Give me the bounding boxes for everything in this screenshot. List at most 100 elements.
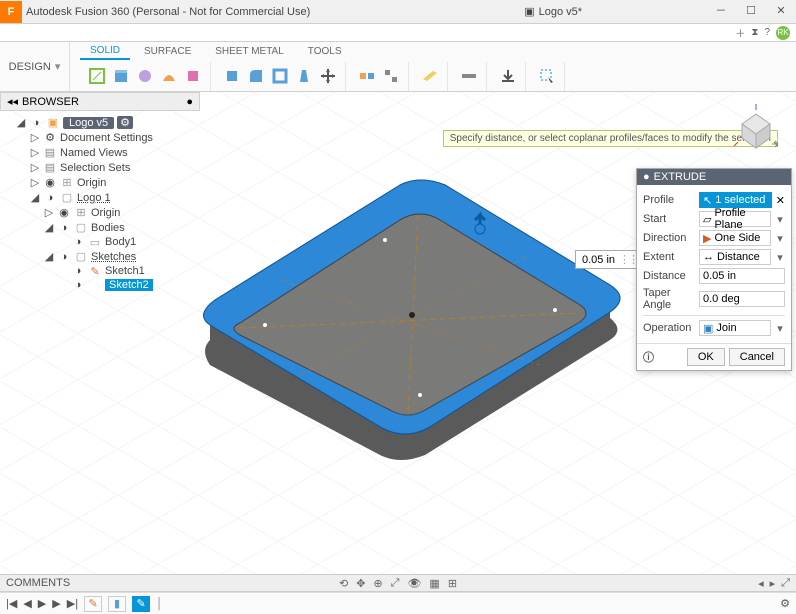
display-icon[interactable]: ▦	[429, 577, 439, 590]
tree-item[interactable]: ▷◉⊞Origin	[0, 205, 200, 220]
tab-solid[interactable]: SOLID	[80, 43, 130, 60]
maximize-button[interactable]: ☐	[736, 0, 766, 20]
browser-header[interactable]: ◂◂ BROWSER ●	[0, 92, 200, 111]
tree-item-selected[interactable]: ◑✎Sketch2	[0, 278, 200, 292]
ribbon-tools	[70, 62, 796, 91]
row-taper: Taper Angle 0.0 deg	[643, 287, 785, 311]
ok-button[interactable]: OK	[687, 348, 725, 366]
tree-item[interactable]: ◑✎Sketch1	[0, 264, 200, 278]
extent-dropdown[interactable]: ↔Distance	[699, 249, 771, 265]
joint-icon[interactable]	[356, 65, 378, 87]
insert-icon[interactable]	[497, 65, 519, 87]
press-pull-icon[interactable]	[221, 65, 243, 87]
tree-item[interactable]: ◢◑▢Sketches	[0, 249, 200, 264]
tab-sheet-metal[interactable]: SHEET METAL	[205, 44, 294, 59]
chevron-down-icon[interactable]: ▾	[775, 251, 785, 264]
workspace-label: DESIGN	[9, 61, 51, 73]
tab-tools[interactable]: TOOLS	[298, 44, 352, 59]
help-icon[interactable]: ?	[764, 27, 770, 38]
zoom-icon[interactable]: ⊕	[373, 577, 382, 590]
group-insert	[491, 62, 526, 91]
timeline-play-icon[interactable]: ▶	[38, 597, 46, 610]
expand-icon[interactable]: ⤢	[781, 577, 790, 590]
next-icon[interactable]: ▸	[770, 577, 776, 590]
chevron-down-icon[interactable]: ▾	[775, 213, 785, 226]
tree-item[interactable]: ▷▤Named Views	[0, 145, 200, 160]
sketch-icon[interactable]	[86, 65, 108, 87]
cancel-button[interactable]: Cancel	[729, 348, 785, 366]
measure-icon[interactable]	[458, 65, 480, 87]
extrude-panel: ●EXTRUDE Profile ↖1 selected ✕ Start ▱Pr…	[636, 168, 792, 371]
grid-icon[interactable]: ⊞	[448, 577, 457, 590]
operation-dropdown[interactable]: ▣Join	[699, 320, 771, 336]
plane-icon[interactable]	[419, 65, 441, 87]
row-operation: Operation ▣Join▾	[643, 320, 785, 336]
look-icon[interactable]: 👁	[407, 577, 421, 590]
fit-icon[interactable]: ⤢	[391, 577, 400, 590]
revolve-icon[interactable]	[134, 65, 156, 87]
timeline-start-icon[interactable]: |◀	[6, 597, 17, 610]
orbit-icon[interactable]: ⟲	[339, 577, 348, 590]
pan-icon[interactable]: ✥	[356, 577, 365, 590]
clear-selection-icon[interactable]: ✕	[776, 194, 785, 207]
distance-input[interactable]: 0.05 in	[699, 268, 785, 284]
comments-label[interactable]: COMMENTS	[6, 577, 70, 589]
tree-item[interactable]: ▷◉⊞Origin	[0, 175, 200, 190]
direction-dropdown[interactable]: ▶One Side	[699, 230, 771, 246]
minimize-button[interactable]: －	[706, 0, 736, 20]
profile-selection[interactable]: ↖1 selected	[699, 192, 772, 208]
ribbon-tabs: SOLID SURFACE SHEET METAL TOOLS	[70, 42, 796, 62]
timeline-event[interactable]: ✎	[84, 596, 102, 612]
timeline-event-active[interactable]: ✎	[132, 596, 150, 612]
tree-item[interactable]: ◢◑▢Bodies	[0, 220, 200, 235]
fillet-icon[interactable]	[245, 65, 267, 87]
workspace-switcher[interactable]: DESIGN ▾	[0, 42, 70, 91]
browser-title: BROWSER	[22, 96, 79, 108]
join-icon: ▣	[703, 322, 713, 335]
tab-surface[interactable]: SURFACE	[134, 44, 201, 59]
dimension-input[interactable]: 0.05 in ⋮⋮	[575, 250, 644, 269]
tree-item[interactable]: ◢◑▢Logo 1	[0, 190, 200, 205]
spinner-icon[interactable]: ⋮⋮	[619, 253, 637, 266]
tree-item[interactable]: ▷▤Selection Sets	[0, 160, 200, 175]
timeline-prev-icon[interactable]: ◀	[23, 597, 31, 610]
prev-icon[interactable]: ◂	[758, 577, 764, 590]
notifications-icon[interactable]: ⧗	[751, 27, 758, 38]
tree-item[interactable]: ◑▭Body1	[0, 235, 200, 249]
browser-tree: ◢◑▣Logo v5⚙ ▷⚙Document Settings ▷▤Named …	[0, 111, 200, 296]
draft-icon[interactable]	[293, 65, 315, 87]
chevron-down-icon[interactable]: ▾	[775, 232, 785, 245]
loft-icon[interactable]	[182, 65, 204, 87]
tree-root[interactable]: ◢◑▣Logo v5⚙	[0, 115, 200, 130]
dimension-value[interactable]: 0.05 in	[582, 254, 615, 266]
user-avatar[interactable]: RK	[776, 26, 790, 40]
ribbon: DESIGN ▾ SOLID SURFACE SHEET METAL TOOLS	[0, 42, 796, 92]
collapse-icon[interactable]: ◂◂	[7, 95, 18, 108]
doc-title-text: Logo v5*	[539, 6, 582, 18]
start-dropdown[interactable]: ▱Profile Plane	[699, 211, 771, 227]
group-create	[80, 62, 211, 91]
taper-input[interactable]: 0.0 deg	[699, 291, 785, 307]
info-icon[interactable]: ⓘ	[643, 349, 654, 365]
assemble-icon[interactable]	[380, 65, 402, 87]
panel-title: EXTRUDE	[654, 171, 707, 183]
new-icon[interactable]: ＋	[735, 25, 745, 40]
close-button[interactable]: ✕	[766, 0, 796, 20]
model[interactable]	[170, 150, 640, 470]
direction-icon: ▶	[703, 232, 711, 245]
shell-icon[interactable]	[269, 65, 291, 87]
timeline-settings-icon[interactable]: ⚙	[780, 597, 790, 610]
sweep-icon[interactable]	[158, 65, 180, 87]
chevron-down-icon[interactable]: ▾	[775, 322, 785, 335]
move-icon[interactable]	[317, 65, 339, 87]
viewcube[interactable]	[728, 100, 784, 156]
timeline-end-icon[interactable]: ▶|	[67, 597, 78, 610]
timeline-next-icon[interactable]: ▶	[52, 597, 60, 610]
extrude-icon[interactable]	[110, 65, 132, 87]
panel-header[interactable]: ●EXTRUDE	[637, 169, 791, 185]
select-icon[interactable]	[536, 65, 558, 87]
comments-bar: COMMENTS ● ⟲ ✥ ⊕ ⤢ 👁 ▦ ⊞ ◂ ▸ ⤢	[0, 574, 796, 592]
titlebar: F Autodesk Fusion 360 (Personal - Not fo…	[0, 0, 796, 24]
timeline-event[interactable]: ▮	[108, 596, 126, 612]
tree-item[interactable]: ▷⚙Document Settings	[0, 130, 200, 145]
